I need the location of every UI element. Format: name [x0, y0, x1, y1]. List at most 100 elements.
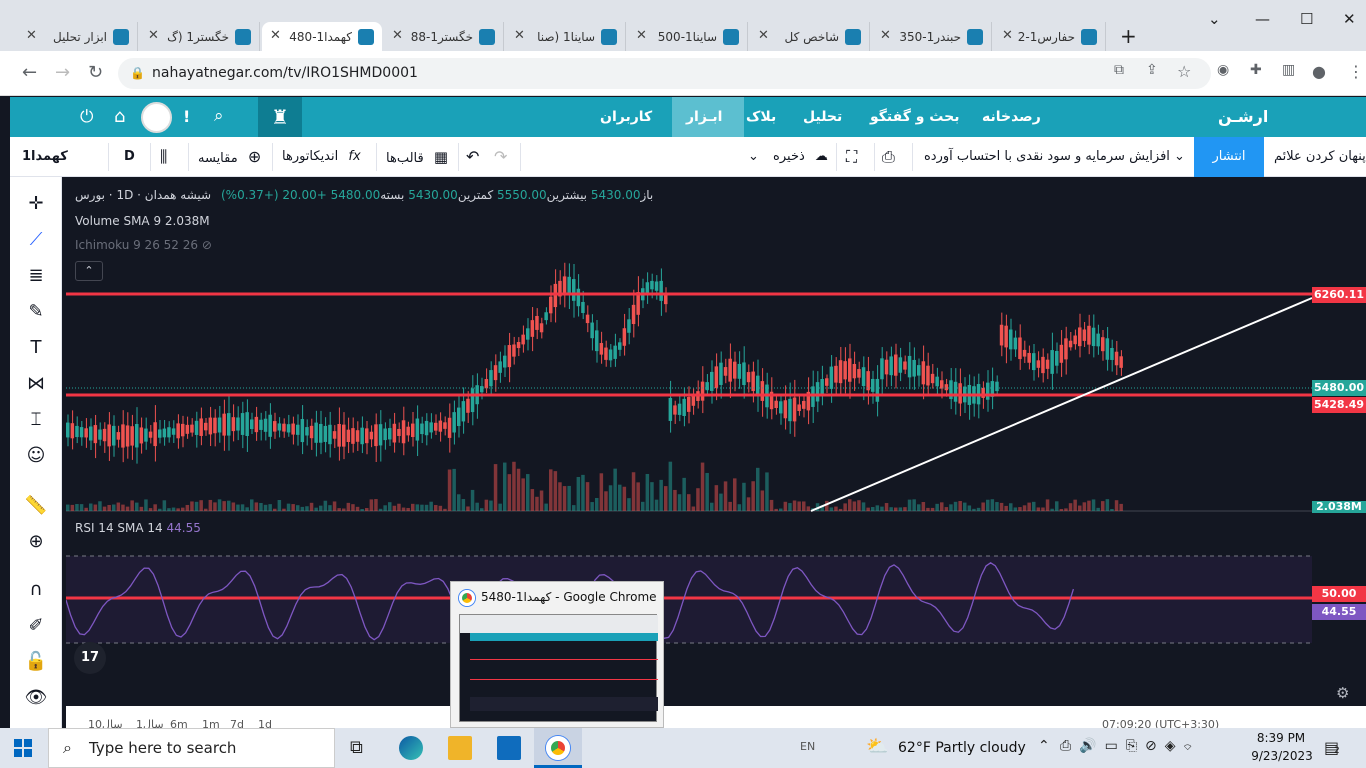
close-icon[interactable]: ✕ [880, 28, 891, 43]
tab-2[interactable]: خگستر1 (گ ✕ [140, 22, 260, 51]
camera-icon[interactable]: ⎙ [882, 137, 895, 177]
maximize-icon[interactable]: ☐ [1300, 10, 1313, 28]
candle-style-icon[interactable]: ⫼ [160, 137, 167, 177]
close-icon[interactable]: ✕ [636, 28, 647, 43]
extension-icon[interactable]: ◉ [1217, 62, 1229, 78]
measure-icon[interactable]: ⌶ [23, 407, 49, 433]
weather-text[interactable]: 62°F Partly cloudy [898, 740, 1026, 756]
undo-icon[interactable]: ↶ [466, 137, 479, 177]
pencil-lock-icon[interactable]: ✐ [23, 613, 49, 639]
collapse-legend-button[interactable]: ⌃ [75, 261, 103, 281]
lock-icon[interactable]: 🔓 [23, 649, 49, 675]
taskbar-search-input[interactable]: ⌕ Type here to search [48, 728, 335, 768]
interval-button[interactable]: D [124, 137, 135, 177]
tab-6[interactable]: ساینا1-500 ✕ [628, 22, 748, 51]
language-indicator[interactable]: EN [800, 740, 815, 753]
tray-chevron-icon[interactable]: ⌃ [1038, 738, 1050, 754]
compare-button[interactable]: ⊕ مقایسه [198, 137, 261, 177]
file-explorer-icon[interactable] [448, 736, 472, 760]
sidepanel-icon[interactable]: ▥ [1282, 62, 1295, 78]
tab-1[interactable]: ابزار تحلیل ✕ [18, 22, 138, 51]
url-input[interactable]: 🔒 nahayatnegar.com/tv/IRO1SHMD0001 [118, 58, 1211, 89]
alert-icon[interactable]: ! [183, 107, 190, 126]
puzzle-icon[interactable]: ✚ [1250, 62, 1262, 78]
tab-search-icon[interactable]: ⌄ [1208, 10, 1221, 28]
nav-blog[interactable]: بلاک [746, 97, 776, 137]
tab-9[interactable]: حفارس1-2 ✕ [994, 22, 1106, 51]
nav-analysis[interactable]: تحلیل [803, 97, 842, 137]
settings-gear-icon[interactable]: ⚙ [1336, 684, 1349, 702]
zoom-in-icon[interactable]: ⊕ [23, 529, 49, 555]
indicators-button[interactable]: fx اندیکاتورها [282, 137, 361, 177]
close-icon[interactable]: ✕ [26, 28, 37, 43]
close-icon[interactable]: ✕ [1002, 28, 1013, 43]
clock-date[interactable]: 9/23/2023 [1250, 749, 1314, 763]
close-icon[interactable]: ✕ [514, 28, 525, 43]
eye-icon[interactable]: 👁 [23, 685, 49, 711]
tab-8[interactable]: حبندر1-350 ✕ [872, 22, 992, 51]
ruler-icon[interactable]: 📏 [23, 493, 49, 519]
bookmark-star-icon[interactable]: ☆ [1177, 62, 1191, 81]
share-icon[interactable]: ⇪ [1146, 62, 1158, 78]
close-icon[interactable]: ✕ [392, 28, 403, 43]
magnet-icon[interactable]: ∩ [23, 577, 49, 603]
candle-body [516, 342, 521, 349]
brand-logo[interactable]: ارشـن [1218, 97, 1268, 137]
pattern-icon[interactable]: ⋈ [23, 371, 49, 397]
close-window-icon[interactable]: ✕ [1343, 10, 1356, 28]
power-icon[interactable]: ⏻ [80, 107, 93, 127]
tab-5[interactable]: ساینا1 (صنا ✕ [506, 22, 626, 51]
nav-tools[interactable]: ابـزار [686, 97, 722, 137]
close-icon[interactable]: ✕ [148, 28, 159, 43]
new-tab-button[interactable]: + [1120, 24, 1137, 48]
fib-icon[interactable]: ≣ [23, 263, 49, 289]
back-icon[interactable]: ← [22, 62, 37, 83]
close-icon[interactable]: ✕ [758, 28, 769, 43]
idea-title[interactable]: ⌄ افزایش سرمایه و سود نقدی با احتساب آور… [924, 137, 1185, 177]
fullscreen-icon[interactable]: ⛶ [846, 137, 857, 177]
nav-users[interactable]: کاربران [600, 97, 652, 137]
nav-observatory[interactable]: رصدخانه [982, 97, 1041, 137]
forward-icon[interactable]: → [55, 62, 70, 83]
translate-icon[interactable]: ⧉ [1114, 62, 1124, 78]
menu-icon[interactable]: ⋮ [1348, 62, 1364, 81]
tab-3-active[interactable]: کهمدا1-480 ✕ [262, 22, 382, 51]
text-icon[interactable]: T [23, 335, 49, 361]
trendline-icon[interactable]: ⟋ [23, 227, 49, 253]
site-logo-icon[interactable]: ♜ [258, 97, 302, 137]
templates-button[interactable]: ▦ قالب‌ها [386, 137, 448, 177]
clock-time[interactable]: 8:39 PM [1256, 731, 1306, 745]
emoji-icon[interactable]: ☺ [23, 443, 49, 469]
tab-4[interactable]: خگستر1-88 ✕ [384, 22, 504, 51]
close-icon[interactable]: ✕ [270, 28, 281, 43]
tradingview-logo-icon[interactable]: 17 [74, 642, 106, 674]
nav-discussion[interactable]: بحث و گفتگو [870, 97, 959, 137]
price-chart[interactable] [66, 180, 1366, 728]
chart-area[interactable]: شیشه همدان · 1D · بورس باز5430.00 بیشتری… [66, 180, 1366, 728]
brush-icon[interactable]: ✎ [23, 299, 49, 325]
profile-icon[interactable]: ● [1312, 62, 1326, 81]
tab-7[interactable]: شاخص کل ✕ [750, 22, 870, 51]
crosshair-icon[interactable]: ✛ [23, 191, 49, 217]
mail-icon[interactable] [497, 736, 521, 760]
redo-icon[interactable]: ↷ [494, 137, 507, 177]
windows-start-icon[interactable] [14, 739, 32, 757]
weather-icon[interactable]: ⛅ [866, 736, 888, 757]
search-icon[interactable]: ⌕ [214, 106, 224, 126]
save-button[interactable]: ☁ ذخیره ⌄ [748, 137, 828, 177]
eye-off-icon[interactable]: ⊘ [202, 238, 212, 252]
chrome-taskbar-button[interactable] [534, 728, 582, 768]
edge-icon[interactable] [399, 736, 423, 760]
symbol-search[interactable]: کهمدا1 [22, 137, 68, 177]
avatar[interactable] [141, 102, 172, 133]
hide-marks-button[interactable]: پنهان کردن علائم [1274, 137, 1366, 177]
publish-button[interactable]: انتشار [1194, 137, 1264, 177]
minimize-icon[interactable]: — [1255, 10, 1270, 28]
task-view-icon[interactable]: ⧉ [350, 736, 374, 760]
reload-icon[interactable]: ↻ [88, 62, 103, 83]
site-favicon-icon [967, 28, 983, 45]
volume-bar [779, 508, 783, 511]
notification-icon[interactable]: ▤ 2 [1324, 738, 1340, 757]
home-icon[interactable]: ⌂ [114, 106, 125, 127]
taskbar-preview-popup[interactable]: کهمدا1-5480 - Google Chrome [450, 581, 664, 728]
